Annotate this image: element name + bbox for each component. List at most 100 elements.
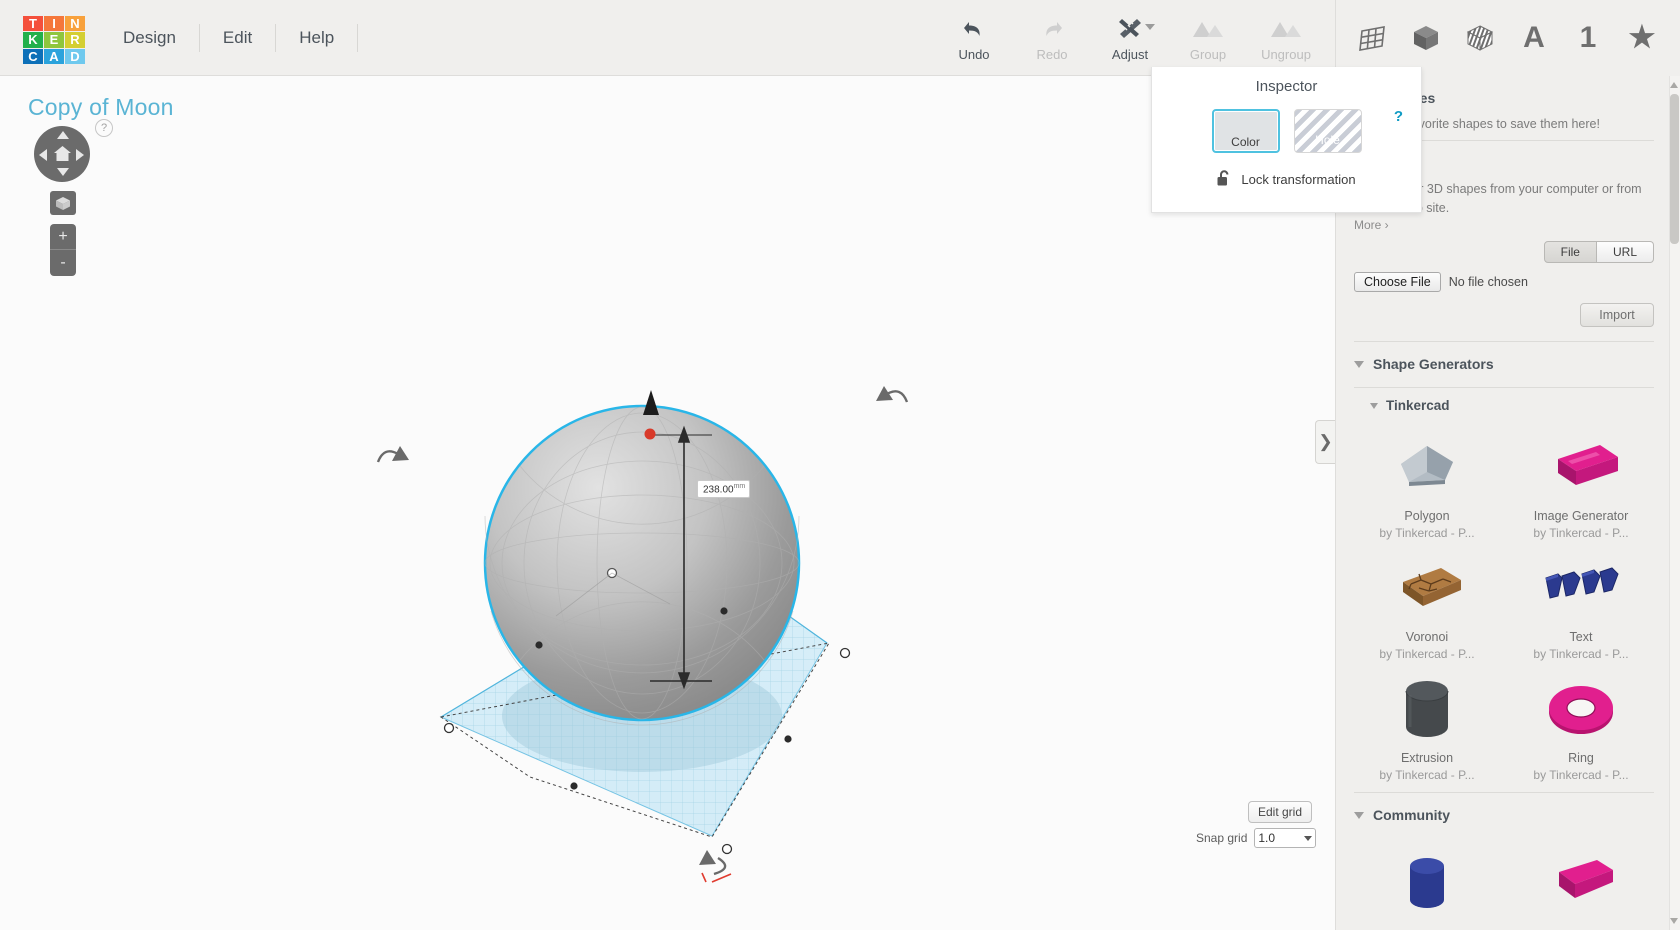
- community-cylinder-icon: [1358, 846, 1496, 918]
- inspector-help-icon[interactable]: ?: [1394, 108, 1403, 125]
- community-shape-icon: [1512, 846, 1650, 918]
- number-one-icon[interactable]: 1: [1568, 18, 1608, 58]
- shape-tile-name: Ring: [1568, 751, 1594, 765]
- chevron-down-icon[interactable]: [1145, 24, 1155, 30]
- striped-cube-icon[interactable]: [1460, 18, 1500, 58]
- menu-item-edit[interactable]: Edit: [200, 0, 275, 76]
- logo-tile-e: E: [44, 32, 64, 48]
- shape-tile-image-generator[interactable]: Image Generator by Tinkercad - P...: [1508, 423, 1654, 542]
- text-a-glyph: A: [1523, 21, 1545, 54]
- favorites-star-icon[interactable]: ★: [1622, 18, 1662, 58]
- sidebar-section-shape-generators[interactable]: Shape Generators: [1354, 342, 1654, 381]
- menu-item-help-label: Help: [299, 28, 335, 47]
- tinkercad-logo[interactable]: TIN KER CAD: [23, 16, 85, 64]
- shape-tile-name: Text: [1569, 630, 1593, 644]
- group-label: Group: [1189, 47, 1227, 62]
- logo-tile-a: A: [44, 48, 64, 64]
- dimension-value: 238.00: [703, 484, 734, 496]
- scroll-up-arrow-icon[interactable]: [1670, 82, 1678, 88]
- toolbar: Undo Redo Adjust Group Ungroup: [935, 8, 1325, 68]
- subsection-tinkercad-title: Tinkercad: [1386, 398, 1450, 413]
- logo-tile-i: I: [44, 16, 64, 32]
- tinkercad-app: TINKERCAD Design Edit Help Undo Redo Adj…: [0, 0, 1680, 930]
- shape-tile-author: by Tinkercad - P...: [1533, 647, 1629, 661]
- import-more-link[interactable]: More ›: [1354, 218, 1654, 232]
- edit-grid-button[interactable]: Edit grid: [1248, 801, 1313, 823]
- sidebar-scrollbar[interactable]: [1669, 76, 1680, 930]
- shape-tile-name: Extrusion: [1400, 751, 1454, 765]
- triangle-down-icon: [1354, 811, 1364, 819]
- undo-button[interactable]: Undo: [935, 8, 1013, 62]
- shape-tile-author: by Tinkercad - P...: [1533, 526, 1629, 540]
- group-button[interactable]: Group: [1169, 8, 1247, 62]
- hole-swatch-button[interactable]: Hole: [1293, 109, 1362, 153]
- subsection-tinkercad[interactable]: Tinkercad: [1354, 388, 1654, 417]
- panel-collapse-handle[interactable]: ❯: [1315, 420, 1335, 464]
- shape-tile-name: Polygon: [1404, 509, 1450, 523]
- shape-tile-author: by Tinkercad - P...: [1533, 768, 1629, 782]
- shape-tile-text[interactable]: Text by Tinkercad - P...: [1508, 544, 1654, 663]
- community-tile-1[interactable]: [1354, 838, 1500, 920]
- snap-grid-value: 1.0: [1258, 831, 1276, 845]
- menu-item-help[interactable]: Help: [276, 0, 357, 76]
- shape-generators-title: Shape Generators: [1373, 356, 1494, 372]
- color-swatch-button[interactable]: Color: [1211, 109, 1280, 153]
- text-a-icon[interactable]: A: [1514, 18, 1554, 58]
- polygon-shape-icon: [1358, 431, 1496, 503]
- unlock-icon: [1217, 169, 1232, 190]
- dimension-label[interactable]: 238.00mm: [697, 480, 751, 499]
- shape-tile-ring[interactable]: Ring by Tinkercad - P...: [1508, 665, 1654, 784]
- dimension-unit: mm: [733, 483, 746, 490]
- chevron-down-icon: [1304, 835, 1313, 841]
- ungroup-label: Ungroup: [1261, 47, 1311, 62]
- inspector-title: Inspector: [1255, 78, 1318, 95]
- triangle-down-icon: [1354, 360, 1364, 368]
- menu-item-edit-label: Edit: [222, 28, 253, 47]
- menu-item-design-label: Design: [123, 28, 176, 47]
- workplane-grid-icon[interactable]: [1352, 18, 1392, 58]
- triangle-down-icon: [1370, 402, 1378, 409]
- shape-tile-extrusion[interactable]: Extrusion by Tinkercad - P...: [1354, 665, 1500, 784]
- main-menu: Design Edit Help: [100, 0, 359, 76]
- shape-library-toolbar: A 1 ★: [1335, 0, 1680, 76]
- color-swatch-label: Color: [1231, 135, 1260, 149]
- scroll-down-arrow-icon[interactable]: [1670, 918, 1678, 924]
- inspector-panel: Inspector Color Hole Lock transformation…: [1151, 67, 1422, 213]
- logo-tile-k: K: [23, 32, 43, 48]
- menu-item-design[interactable]: Design: [100, 0, 199, 76]
- scrollbar-thumb[interactable]: [1670, 94, 1679, 244]
- shape-tile-voronoi[interactable]: Voronoi by Tinkercad - P...: [1354, 544, 1500, 663]
- import-button[interactable]: Import: [1580, 303, 1654, 327]
- ruler-pencil-icon: [1091, 15, 1169, 43]
- shape-tile-author: by Tinkercad - P...: [1379, 526, 1475, 540]
- ungroup-mountains-icon: [1247, 15, 1325, 43]
- ungroup-button[interactable]: Ungroup: [1247, 8, 1325, 62]
- lock-transformation-row[interactable]: Lock transformation: [1152, 169, 1421, 190]
- shape-generator-grid: Polygon by Tinkercad - P... Image Genera…: [1354, 417, 1654, 784]
- inspector-swatches: Color Hole: [1152, 109, 1421, 153]
- community-tile-2[interactable]: [1508, 838, 1654, 920]
- workspace-canvas[interactable]: Copy of Moon ? + - 238.00mm Edit grid Sn…: [0, 76, 1335, 930]
- sidebar-section-community[interactable]: Community: [1354, 793, 1654, 832]
- shape-tile-polygon[interactable]: Polygon by Tinkercad - P...: [1354, 423, 1500, 542]
- choose-file-button[interactable]: Choose File: [1354, 272, 1441, 292]
- voronoi-shape-icon: [1358, 552, 1496, 624]
- hole-swatch-label: Hole: [1315, 133, 1340, 147]
- lock-transformation-label: Lock transformation: [1241, 172, 1356, 187]
- snap-grid-select[interactable]: 1.0: [1254, 828, 1317, 848]
- undo-label: Undo: [958, 47, 990, 62]
- shape-tile-author: by Tinkercad - P...: [1379, 768, 1475, 782]
- import-tab-file[interactable]: File: [1543, 241, 1597, 263]
- undo-arrow-icon: [935, 15, 1013, 43]
- import-tab-url[interactable]: URL: [1596, 241, 1654, 263]
- logo-tile-c: C: [23, 48, 43, 64]
- adjust-button[interactable]: Adjust: [1091, 8, 1169, 62]
- ring-shape-icon: [1512, 673, 1650, 745]
- scene-svg: [376, 386, 909, 883]
- solid-cube-icon[interactable]: [1406, 18, 1446, 58]
- logo-tile-t: T: [23, 16, 43, 32]
- community-grid: [1354, 832, 1654, 920]
- extrusion-shape-icon: [1358, 673, 1496, 745]
- 3d-scene[interactable]: 238.00mm: [0, 76, 1335, 930]
- redo-button[interactable]: Redo: [1013, 8, 1091, 62]
